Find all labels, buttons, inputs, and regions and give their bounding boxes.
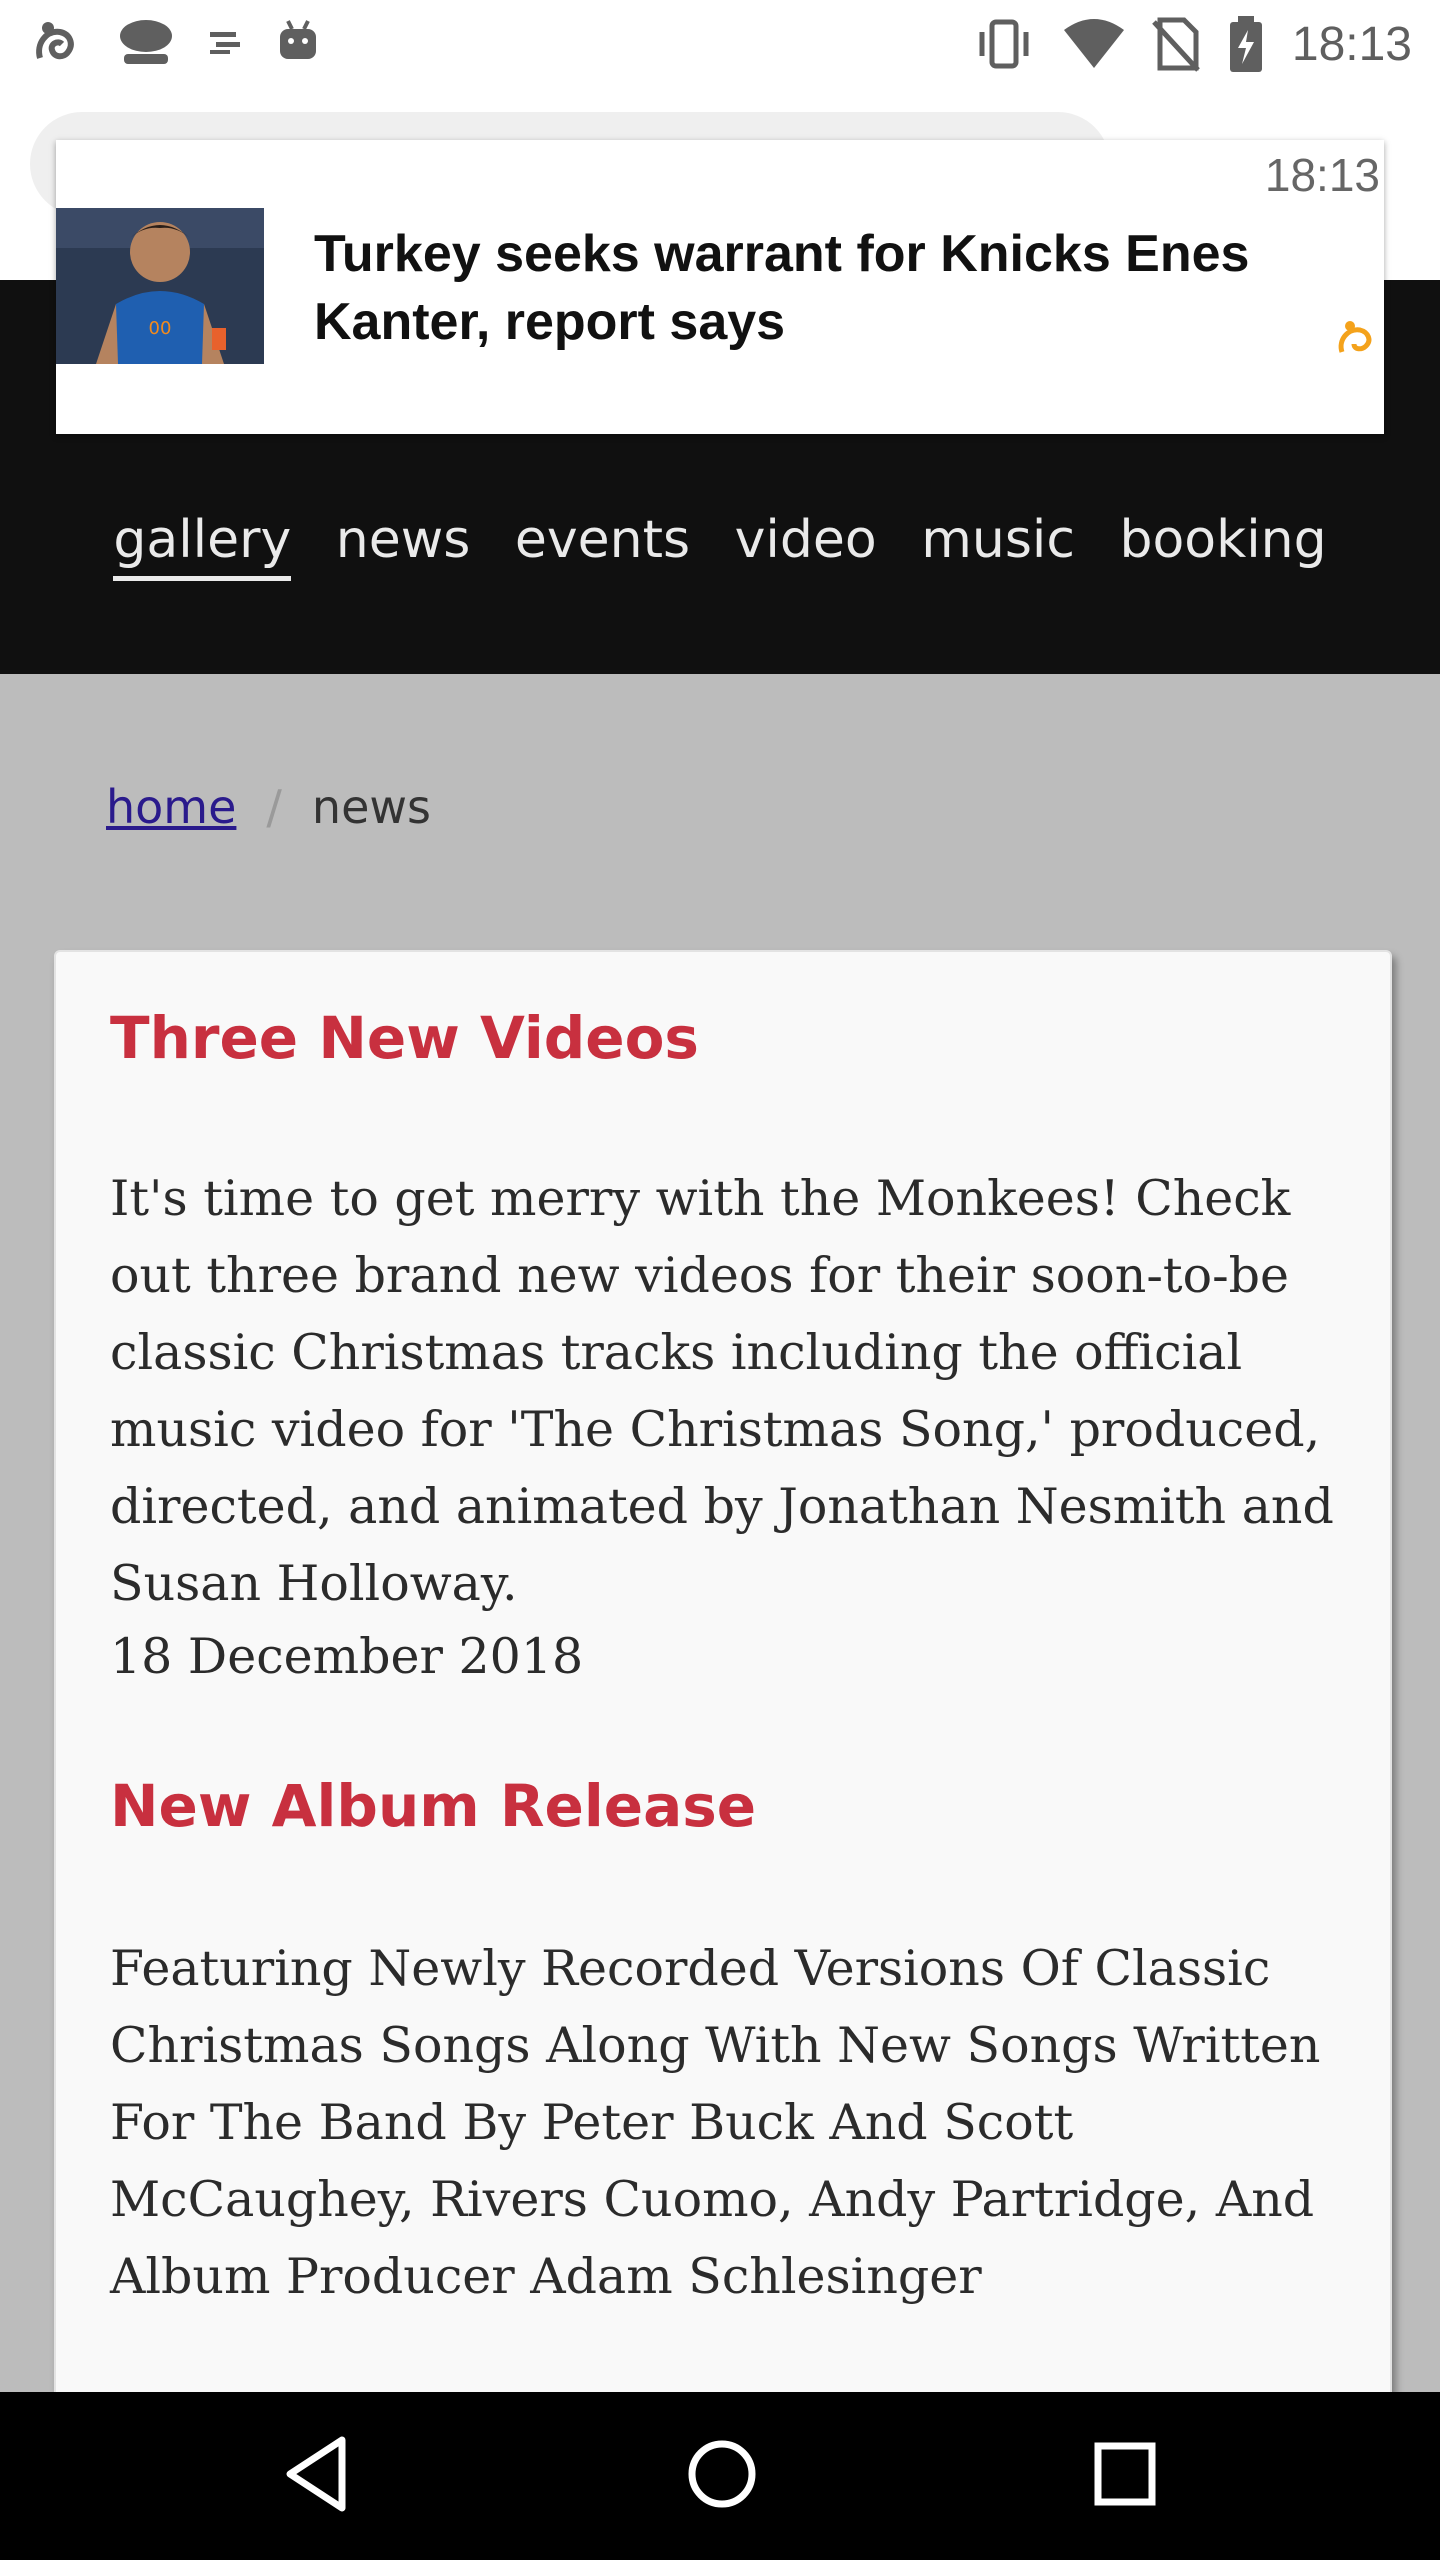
usb-icon: [206, 22, 246, 62]
uc-browser-icon: [1336, 316, 1380, 365]
nav-item-gallery[interactable]: gallery: [113, 510, 292, 581]
nav-item-music[interactable]: music: [921, 510, 1075, 576]
article-title[interactable]: Three New Videos: [110, 1004, 1350, 1072]
main-nav: gallery news events video music booking: [0, 510, 1440, 581]
back-icon[interactable]: [282, 2434, 352, 2519]
article-body: It's time to get merry with the Monkees!…: [110, 1170, 1334, 1612]
breadcrumb: home / news: [106, 780, 431, 834]
uc-browser-icon: [30, 14, 86, 70]
notification-title: Turkey seeks warrant for Knicks Enes Kan…: [314, 225, 1250, 351]
article-body: Featuring Newly Recorded Versions Of Cla…: [110, 1940, 1321, 2305]
article-three-new-videos: Three New Videos: [110, 1004, 1350, 1072]
article-title[interactable]: New Album Release: [110, 1772, 1350, 1840]
heads-up-notification[interactable]: 18:13 00 Turkey seeks warrant for Knicks…: [56, 140, 1384, 434]
notification-thumbnail: 00: [56, 208, 264, 364]
article-new-album-release: New Album Release: [110, 1772, 1350, 1840]
notification-time: 18:13: [1264, 149, 1380, 201]
article-date: 18 December 2018: [110, 1628, 584, 1685]
article-date-container: 18 December 2018: [110, 1628, 1350, 1685]
status-bar: 18:13: [0, 0, 1440, 84]
nav-item-events[interactable]: events: [515, 510, 690, 576]
breadcrumb-separator: /: [266, 780, 282, 834]
article-body-container: Featuring Newly Recorded Versions Of Cla…: [110, 1930, 1350, 2315]
joystick-icon: [116, 14, 176, 70]
vibrate-icon: [972, 16, 1036, 72]
recents-icon[interactable]: [1090, 2434, 1160, 2519]
clock: 18:13: [1291, 17, 1412, 71]
home-icon[interactable]: [684, 2434, 760, 2519]
news-card: Three New Videos It's time to get merry …: [54, 950, 1392, 2404]
nav-item-booking[interactable]: booking: [1119, 510, 1326, 576]
nav-item-news[interactable]: news: [336, 510, 471, 576]
no-sim-icon: [1152, 16, 1200, 72]
system-nav-bar: [0, 2392, 1440, 2560]
battery-charging-icon: [1226, 14, 1266, 74]
breadcrumb-home-link[interactable]: home: [106, 780, 236, 834]
article-body-container: It's time to get merry with the Monkees!…: [110, 1160, 1350, 1622]
android-icon: [276, 17, 320, 67]
nav-item-video[interactable]: video: [735, 510, 877, 576]
wifi-icon: [1062, 16, 1126, 72]
breadcrumb-current: news: [311, 780, 431, 834]
svg-text:00: 00: [149, 318, 172, 339]
